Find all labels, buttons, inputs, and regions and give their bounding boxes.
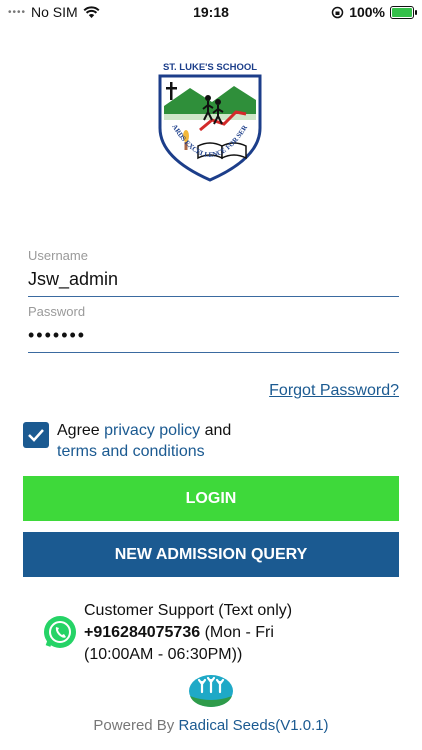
- support-title: Customer Support (Text only): [84, 602, 293, 619]
- powered-by-label: Powered By: [93, 717, 179, 734]
- password-field[interactable]: Password •••••••: [28, 304, 399, 353]
- support-hours-b: (10:00AM - 06:30PM)): [84, 646, 243, 663]
- agree-and: and: [200, 422, 232, 439]
- check-icon: [28, 429, 44, 442]
- battery-percent: 100%: [349, 4, 385, 20]
- school-logo: ST. LUKE'S SCHOOL TOWARDS EXCELLENCE FOR…: [150, 58, 262, 182]
- agree-checkbox[interactable]: [23, 422, 49, 448]
- agree-text: Agree privacy policy and terms and condi…: [57, 420, 231, 462]
- agree-prefix: Agree: [57, 422, 105, 439]
- support-hours-a: (Mon - Fri: [200, 624, 274, 641]
- password-input[interactable]: •••••••: [28, 322, 399, 350]
- new-admission-query-button[interactable]: NEW ADMISSION QUERY: [23, 532, 399, 577]
- status-bar: •••• No SIM 19:18 100%: [0, 0, 422, 24]
- radical-seeds-link[interactable]: Radical Seeds(V1.0.1): [178, 717, 328, 734]
- password-label: Password: [28, 304, 86, 319]
- radical-seeds-logo: [189, 675, 233, 707]
- school-name-text: ST. LUKE'S SCHOOL: [163, 62, 257, 73]
- status-right: 100%: [331, 4, 417, 20]
- battery-icon: [390, 5, 417, 19]
- forgot-password-link[interactable]: Forgot Password?: [269, 382, 399, 400]
- login-button[interactable]: LOGIN: [23, 476, 399, 521]
- whatsapp-icon[interactable]: [42, 614, 78, 650]
- customer-support: Customer Support (Text only) +9162840757…: [84, 600, 384, 666]
- terms-link[interactable]: terms and conditions: [57, 443, 205, 460]
- username-label: Username: [28, 248, 88, 263]
- privacy-policy-link[interactable]: privacy policy: [104, 422, 200, 439]
- orientation-lock-icon: [331, 6, 344, 18]
- powered-by: Powered By Radical Seeds(V1.0.1): [0, 717, 422, 734]
- username-field[interactable]: Username Jsw_admin: [28, 248, 399, 297]
- username-input[interactable]: Jsw_admin: [28, 266, 399, 294]
- battery-fill: [392, 7, 412, 17]
- support-phone[interactable]: +916284075736: [84, 624, 200, 641]
